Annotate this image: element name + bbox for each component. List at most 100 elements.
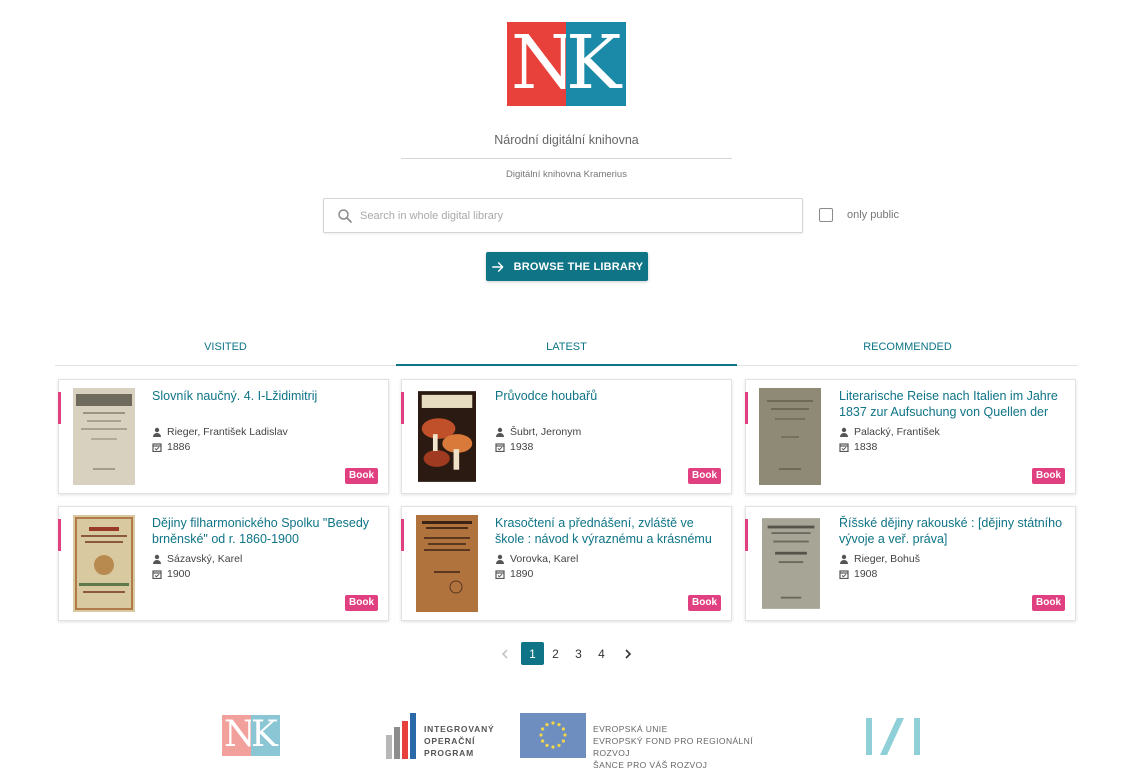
book-author-name: Rieger, Bohuš xyxy=(854,553,920,565)
site-title: Národní digitální knihovna xyxy=(494,133,639,147)
book-title[interactable]: Literarische Reise nach Italien im Jahre… xyxy=(839,388,1064,420)
iop-line-3: PROGRAM xyxy=(424,748,474,758)
book-cover-thumbnail[interactable] xyxy=(418,388,476,485)
book-cover-thumbnail[interactable] xyxy=(73,388,135,485)
card-accent xyxy=(58,519,61,551)
book-year: 1838 xyxy=(839,441,877,453)
book-type-badge: Book xyxy=(1032,468,1065,484)
iop-line-1: INTEGROVANÝ xyxy=(424,724,495,734)
book-cover-thumbnail[interactable] xyxy=(762,515,820,612)
book-author: Šubrt, Jeronym xyxy=(495,426,581,438)
nk-partner-logo[interactable]: N K xyxy=(222,715,280,756)
site-subtitle: Digitální knihovna Kramerius xyxy=(506,169,627,180)
book-card[interactable]: Průvodce houbařů Šubrt, Jeronym 1938 Boo… xyxy=(401,379,732,494)
eu-logo[interactable]: EVROPSKÁ UNIE EVROPSKÝ FOND PRO REGIONÁL… xyxy=(520,713,790,770)
book-year-value: 1890 xyxy=(510,568,534,580)
eu-flag-icon xyxy=(520,713,586,758)
card-accent xyxy=(401,392,404,424)
eu-text: EVROPSKÁ UNIE EVROPSKÝ FOND PRO REGIONÁL… xyxy=(593,723,790,771)
book-year-value: 1886 xyxy=(167,441,191,453)
search-input[interactable] xyxy=(360,205,790,227)
book-author-name: Šubrt, Jeronym xyxy=(510,426,582,438)
book-title[interactable]: Říšské dějiny rakouské : [dějiny státníh… xyxy=(839,515,1064,547)
partner-nk-n: N xyxy=(222,715,256,756)
tab-recommended[interactable]: RECOMMENDED xyxy=(737,330,1078,365)
iop-bars-icon xyxy=(386,713,416,759)
book-cover-thumbnail[interactable] xyxy=(754,388,826,485)
search-icon xyxy=(336,207,354,225)
nk-logo-k: K xyxy=(566,22,626,106)
title-divider xyxy=(401,158,732,159)
person-icon xyxy=(153,554,161,564)
browse-library-label: BROWSE THE LIBRARY xyxy=(513,260,644,273)
book-year: 1938 xyxy=(495,441,533,453)
book-year-value: 1838 xyxy=(854,441,878,453)
person-icon xyxy=(840,554,848,564)
partner-nk-k: K xyxy=(251,715,280,756)
book-author-name: Rieger, František Ladislav xyxy=(167,426,288,438)
next-page-button[interactable] xyxy=(616,642,639,665)
person-icon xyxy=(153,427,161,437)
book-author-name: Sázavský, Karel xyxy=(167,553,243,565)
nk-logo-k-letter: K xyxy=(566,20,622,106)
book-author: Rieger, František Ladislav xyxy=(152,426,288,438)
book-title[interactable]: Dějiny filharmonického Spolku "Besedy br… xyxy=(152,515,377,547)
book-year: 1886 xyxy=(152,441,190,453)
eu-line-2: EVROPSKÝ FOND PRO REGIONÁLNÍ ROZVOJ xyxy=(593,736,753,758)
page-1-button[interactable]: 1 xyxy=(521,642,544,665)
eu-line-1: EVROPSKÁ UNIE xyxy=(593,724,668,734)
only-public-label[interactable]: only public xyxy=(847,209,899,221)
arrow-right-icon xyxy=(491,261,504,272)
book-cover-thumbnail[interactable] xyxy=(73,515,135,612)
book-year: 1890 xyxy=(495,568,533,580)
calendar-icon xyxy=(152,443,162,452)
book-type-badge: Book xyxy=(688,595,721,611)
book-title[interactable]: Průvodce houbařů xyxy=(495,388,720,404)
chevron-left-icon xyxy=(501,648,508,659)
book-card[interactable]: Krasočtení a přednášení, zvláště ve škol… xyxy=(401,506,732,621)
book-type-badge: Book xyxy=(688,468,721,484)
eu-line-3: ŠANCE PRO VÁŠ ROZVOJ xyxy=(593,760,708,770)
person-icon xyxy=(496,427,504,437)
book-card[interactable]: Říšské dějiny rakouské : [dějiny státníh… xyxy=(745,506,1076,621)
prev-page-button[interactable] xyxy=(493,642,516,665)
book-year-value: 1900 xyxy=(167,568,191,580)
pagination: 1 2 3 4 xyxy=(493,642,639,665)
book-type-badge: Book xyxy=(345,468,378,484)
iop-text: INTEGROVANÝ OPERAČNÍ PROGRAM xyxy=(424,723,495,759)
card-accent xyxy=(58,392,61,424)
book-card[interactable]: Slovník naučný. 4. I-Lžidimitrij Rieger,… xyxy=(58,379,389,494)
tab-latest[interactable]: LATEST xyxy=(396,330,737,366)
book-title[interactable]: Krasočtení a přednášení, zvláště ve škol… xyxy=(495,515,720,547)
page-2-button[interactable]: 2 xyxy=(544,642,567,665)
browse-library-button[interactable]: BROWSE THE LIBRARY xyxy=(486,252,648,281)
iop-line-2: OPERAČNÍ xyxy=(424,736,476,746)
chevron-right-icon xyxy=(624,648,631,659)
iop-logo[interactable]: INTEGROVANÝ OPERAČNÍ PROGRAM xyxy=(386,713,506,759)
person-icon xyxy=(840,427,848,437)
book-author: Rieger, Bohuš xyxy=(839,553,920,565)
book-card[interactable]: Dějiny filharmonického Spolku "Besedy br… xyxy=(58,506,389,621)
search-box xyxy=(323,198,803,233)
book-type-badge: Book xyxy=(1032,595,1065,611)
mzk-logo[interactable] xyxy=(864,716,924,757)
calendar-icon xyxy=(495,443,505,452)
page-3-button[interactable]: 3 xyxy=(567,642,590,665)
tab-visited[interactable]: VISITED xyxy=(55,330,396,365)
book-author: Sázavský, Karel xyxy=(152,553,242,565)
book-type-badge: Book xyxy=(345,595,378,611)
only-public-checkbox[interactable] xyxy=(819,208,833,222)
nk-logo[interactable]: N K xyxy=(507,22,626,106)
book-year-value: 1938 xyxy=(510,441,534,453)
book-card[interactable]: Literarische Reise nach Italien im Jahre… xyxy=(745,379,1076,494)
person-icon xyxy=(496,554,504,564)
book-title[interactable]: Slovník naučný. 4. I-Lžidimitrij xyxy=(152,388,377,404)
book-author: Vorovka, Karel xyxy=(495,553,578,565)
book-author-name: Vorovka, Karel xyxy=(510,553,579,565)
card-accent xyxy=(745,392,748,424)
page-4-button[interactable]: 4 xyxy=(590,642,613,665)
card-accent xyxy=(401,519,404,551)
book-cover-thumbnail[interactable] xyxy=(416,515,478,612)
book-year: 1908 xyxy=(839,568,877,580)
book-year-value: 1908 xyxy=(854,568,878,580)
